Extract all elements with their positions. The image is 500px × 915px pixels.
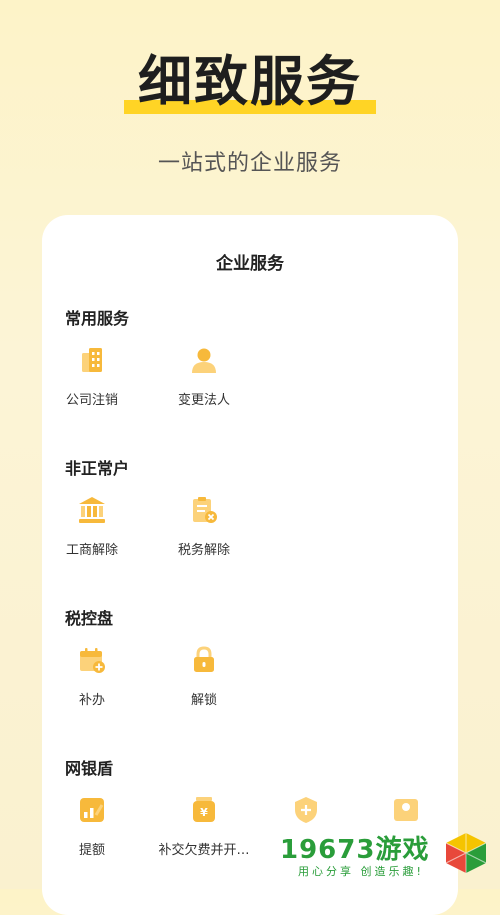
card-title: 企业服务 [216, 254, 284, 274]
lock-icon [194, 646, 214, 672]
hero-subtitle: 一站式的企业服务 [157, 151, 342, 176]
service-item-unlock[interactable]: 解锁 [154, 645, 254, 708]
svg-text:¥: ¥ [200, 806, 208, 819]
clipboard-x-icon [193, 497, 217, 523]
calendar-plus-icon [80, 648, 105, 673]
service-item-reissue[interactable]: 补办 [42, 645, 142, 708]
hero-banner: 细致服务 一站式的企业服务 [0, 0, 500, 215]
service-card: 企业服务 常用服务 公司注销 变更法人 非正常户 工商解除 税务解除 税控盘 补… [42, 215, 458, 915]
service-item-label: 税务解除 [177, 543, 230, 558]
yuan-jar-icon: ¥ [193, 797, 215, 822]
service-item-label: 提额 [78, 843, 105, 858]
person-icon [192, 348, 216, 373]
section-title: 网银盾 [65, 759, 114, 778]
watermark-tagline: 用心分享 创造乐趣! [298, 865, 424, 878]
section-title: 税控盘 [65, 609, 114, 628]
watermark-logo: 19673游戏 用心分享 创造乐趣! [280, 823, 490, 883]
watermark-text: 19673游戏 [280, 835, 430, 865]
service-item-label: 工商解除 [65, 543, 118, 558]
service-item-company-deregistration[interactable]: 公司注销 [42, 345, 142, 408]
service-item-label: 解锁 [190, 693, 217, 708]
service-item-label: 补办 [78, 693, 105, 708]
section-title: 常用服务 [65, 309, 130, 328]
section-title: 非正常户 [65, 459, 130, 478]
service-item-pay-arrears[interactable]: ¥ 补交欠费并开… [154, 795, 254, 858]
building-icon [82, 348, 102, 372]
service-item-label: 补交欠费并开… [158, 843, 250, 858]
card-icon [394, 799, 418, 821]
service-item-business-release[interactable]: 工商解除 [42, 495, 142, 558]
service-item-label: 变更法人 [177, 393, 230, 408]
shield-plus-icon [295, 797, 317, 823]
hero-title: 细致服务 [124, 50, 376, 114]
chart-up-icon [80, 798, 104, 822]
service-item-tax-release[interactable]: 税务解除 [154, 495, 254, 558]
service-item-label: 公司注销 [65, 393, 118, 408]
cube-logo-icon [445, 833, 487, 873]
service-item-raise-limit[interactable]: 提额 [42, 795, 142, 858]
bank-icon [79, 497, 105, 523]
service-item-change-legal-person[interactable]: 变更法人 [154, 345, 254, 408]
